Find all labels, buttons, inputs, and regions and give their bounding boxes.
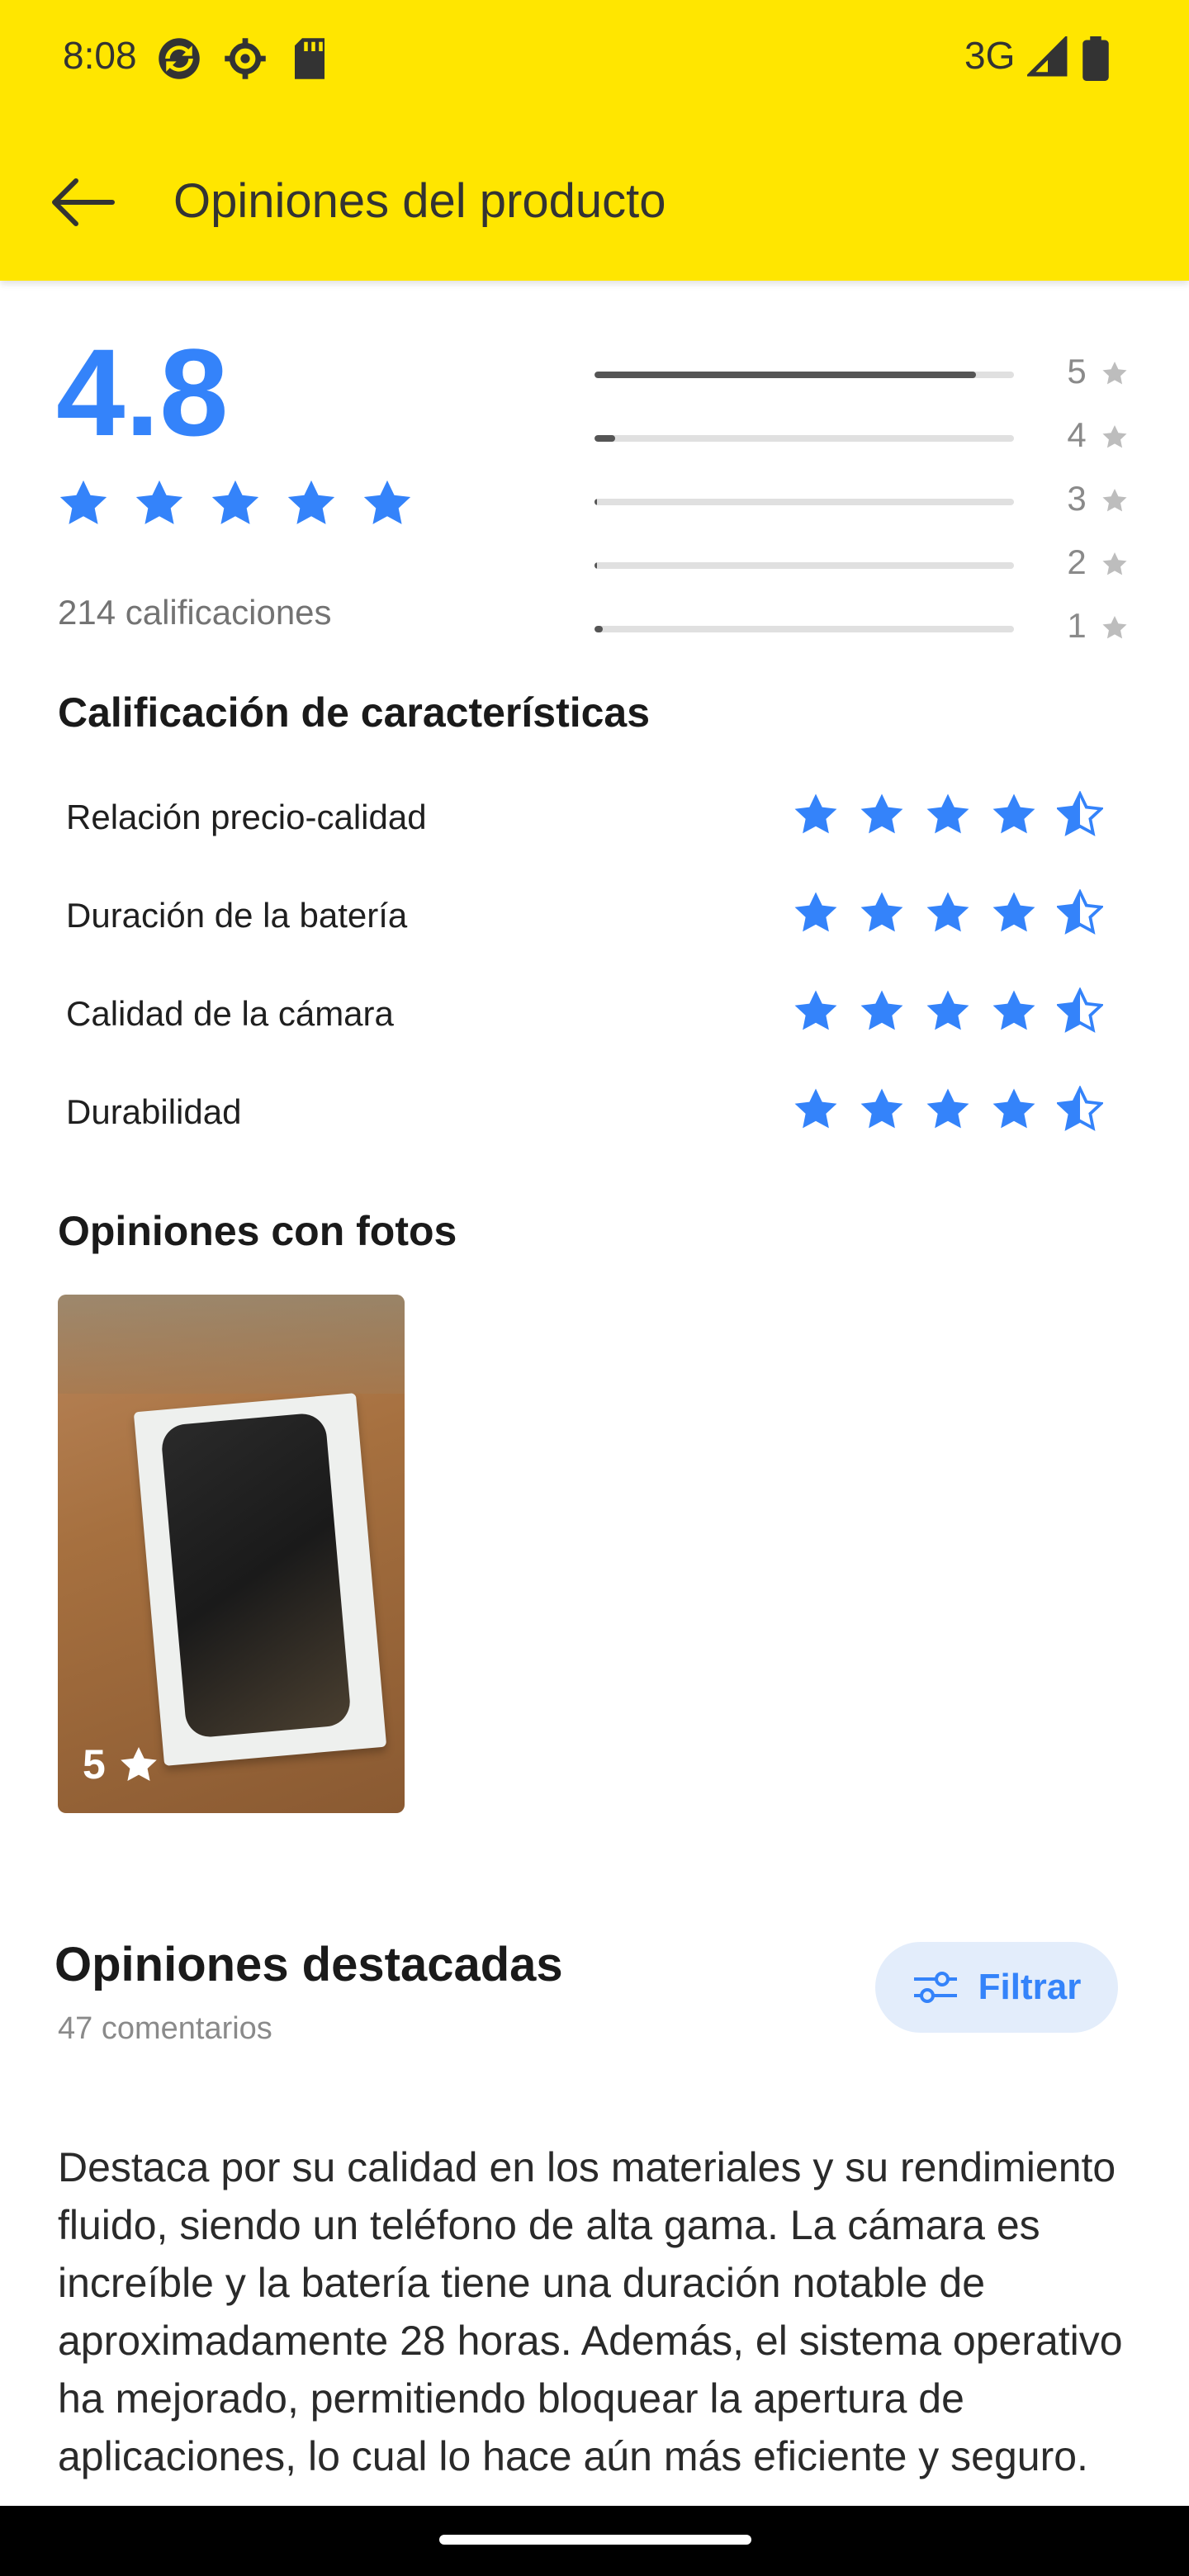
star-icon [211, 480, 259, 524]
characteristic-label: Relación precio-calidad [66, 798, 427, 836]
star-icon [992, 793, 1035, 834]
rating-bar-fill [594, 626, 604, 632]
rating-bar-track [594, 562, 1014, 569]
star-icon [1102, 362, 1127, 385]
home-gesture-bar[interactable] [439, 2535, 751, 2545]
rating-bar-track [594, 372, 1014, 378]
ratings-count: 214 calificaciones [58, 593, 332, 632]
rating-bar-5: 5 [594, 352, 1139, 398]
rating-bar-fill [594, 435, 616, 442]
sync-icon [159, 38, 200, 79]
characteristic-row: Calidad de la cámara [66, 981, 1131, 1047]
star-icon [860, 793, 903, 834]
filter-label: Filtrar [978, 1967, 1082, 2007]
star-icon [926, 793, 969, 834]
star-icon [1057, 889, 1103, 935]
rating-bar-4: 4 [594, 415, 1139, 462]
back-button[interactable] [41, 165, 124, 239]
featured-title: Opiniones destacadas [54, 1938, 563, 1991]
rating-bar-track [594, 435, 1014, 442]
star-icon [992, 1088, 1035, 1129]
star-icon [860, 990, 903, 1030]
star-icon [926, 1088, 969, 1129]
star-icon [1102, 425, 1127, 448]
average-stars [58, 477, 413, 528]
sd-card-icon [295, 38, 324, 79]
rating-bar-label: 3 [1067, 479, 1087, 518]
characteristics-title: Calificación de características [58, 689, 651, 736]
star-icon [926, 892, 969, 932]
characteristic-row: Durabilidad [66, 1079, 1131, 1145]
characteristic-stars [793, 791, 1103, 837]
star-icon [1102, 616, 1127, 639]
characteristic-label: Calidad de la cámara [66, 994, 394, 1033]
rating-bar-3: 3 [594, 479, 1139, 525]
star-icon [794, 892, 837, 932]
star-icon [1102, 489, 1127, 512]
star-icon [992, 892, 1035, 932]
rating-bar-track [594, 499, 1014, 505]
star-icon [1057, 1086, 1103, 1131]
review-text: Destaca por su calidad en los materiales… [58, 2144, 1123, 2479]
star-icon [860, 1088, 903, 1129]
characteristic-row: Relación precio-calidad [66, 784, 1131, 850]
star-icon [135, 480, 183, 524]
status-time: 8:08 [63, 34, 137, 77]
rating-bar-2: 2 [594, 542, 1139, 589]
characteristic-stars [793, 987, 1103, 1034]
filter-button[interactable]: Filtrar [875, 1942, 1118, 2033]
rating-bar-1: 1 [594, 606, 1139, 652]
back-arrow-icon [52, 178, 115, 226]
rating-bar-track [594, 626, 1014, 632]
star-icon [794, 793, 837, 834]
page-title: Opiniones del producto [173, 174, 666, 228]
star-icon [363, 480, 411, 524]
signal-icon [1027, 36, 1068, 77]
rating-bar-label: 2 [1067, 542, 1087, 581]
photo-rating-value: 5 [83, 1741, 106, 1788]
phone-image [159, 1412, 353, 1739]
characteristic-row: Duración de la batería [66, 883, 1131, 949]
comments-count: 47 comentarios [58, 2011, 272, 2046]
settings-icon [225, 38, 266, 79]
rating-bar-fill [594, 562, 598, 569]
photo-rating: 5 [83, 1740, 159, 1788]
rating-bar-fill [594, 499, 598, 505]
rating-bar-label: 4 [1067, 415, 1087, 454]
star-icon [926, 990, 969, 1030]
characteristic-label: Duración de la batería [66, 896, 408, 935]
star-icon [1102, 552, 1127, 575]
star-icon [992, 990, 1035, 1030]
rating-bar-label: 1 [1067, 606, 1087, 645]
review-photo[interactable]: 5 [58, 1295, 405, 1813]
characteristic-stars [793, 1086, 1103, 1132]
star-icon [1057, 987, 1103, 1033]
battery-icon [1082, 36, 1109, 81]
star-icon [1057, 791, 1103, 836]
star-icon [860, 892, 903, 932]
photos-title: Opiniones con fotos [58, 1208, 457, 1254]
star-icon [287, 480, 335, 524]
rating-bar-fill [594, 372, 977, 378]
star-icon [59, 480, 107, 524]
average-rating: 4.8 [56, 323, 229, 462]
characteristic-stars [793, 889, 1103, 935]
star-icon [794, 990, 837, 1030]
star-icon [121, 1747, 157, 1781]
characteristic-label: Durabilidad [66, 1092, 242, 1131]
rating-bar-label: 5 [1067, 352, 1087, 391]
filter-icon [913, 1972, 957, 2003]
network-type: 3G [964, 34, 1016, 77]
star-icon [794, 1088, 837, 1129]
